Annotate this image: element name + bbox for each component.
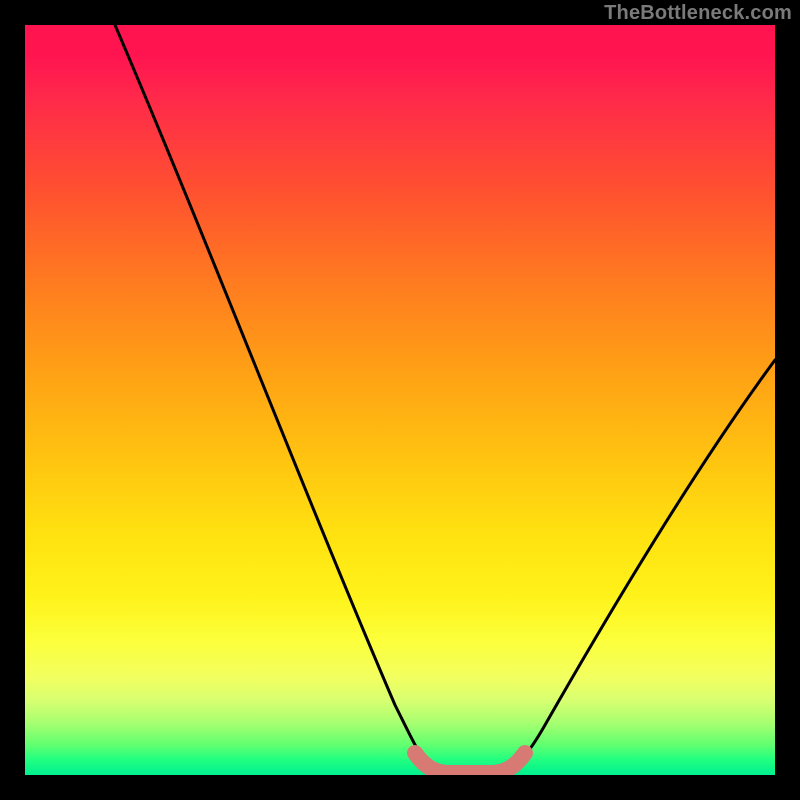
watermark-text: TheBottleneck.com (604, 2, 792, 25)
chart-frame: TheBottleneck.com (0, 0, 800, 800)
bottleneck-curve (115, 25, 775, 770)
bottleneck-curve-svg (25, 25, 775, 775)
plot-area (25, 25, 775, 775)
optimal-band (415, 753, 525, 773)
